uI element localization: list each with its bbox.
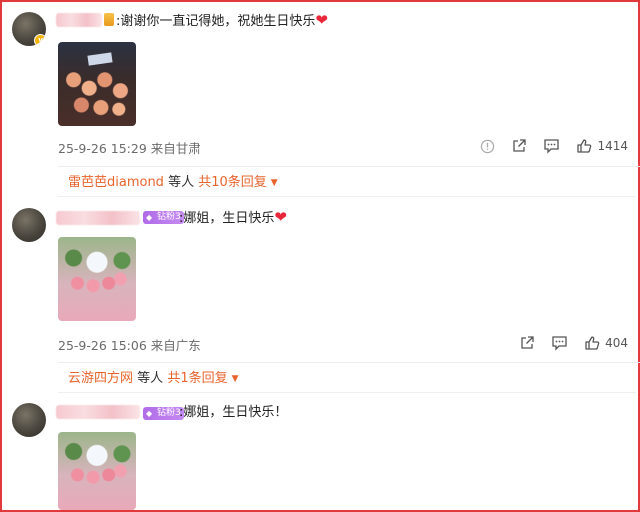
fan-badge: ◆ 钻粉3	[143, 211, 184, 224]
share-button[interactable]	[519, 335, 535, 351]
image-card-detail	[87, 52, 113, 66]
like-count: 1414	[597, 139, 628, 153]
comment-actions: 1414	[480, 136, 628, 156]
comment-image[interactable]	[58, 237, 136, 321]
reply-connector: 等人	[137, 371, 164, 386]
like-button[interactable]: 404	[584, 335, 628, 351]
comment-body: :娜姐，生日快乐	[179, 211, 275, 226]
comment-body: :娜姐，生日快乐！	[179, 405, 288, 420]
fan-badge-label: 钻粉3	[157, 408, 181, 418]
comment-icon	[552, 336, 567, 351]
reply-user-link[interactable]: 雷芭芭diamond	[68, 175, 164, 190]
comment-image[interactable]	[58, 432, 136, 510]
share-icon	[521, 336, 534, 349]
comment-body: :谢谢你一直记得她，祝她生日快乐	[116, 14, 316, 29]
heart-icon: ❤	[274, 208, 287, 226]
comment-icon	[544, 139, 560, 154]
fan-badge-label: 钻粉3	[157, 212, 181, 222]
comment-button[interactable]	[543, 138, 560, 154]
comment-divider	[58, 392, 636, 393]
like-icon	[577, 139, 592, 153]
diamond-icon: ◆	[146, 409, 153, 418]
share-button[interactable]	[511, 138, 527, 154]
replies-summary[interactable]: 云游四方网 等人 共1条回复 ▼	[58, 362, 640, 386]
comment-text: :娜姐，生日快乐❤	[179, 208, 287, 228]
like-button[interactable]: 1414	[576, 138, 628, 154]
like-icon	[585, 336, 600, 350]
username-blurred[interactable]	[56, 211, 140, 225]
comment-button[interactable]	[551, 335, 568, 351]
comment-meta: 25-9-26 15:29 来自甘肃	[58, 141, 201, 156]
replies-summary[interactable]: 雷芭芭diamond 等人 共10条回复 ▼	[58, 166, 640, 190]
replies-line: 雷芭芭diamond 等人 共10条回复 ▼	[68, 171, 278, 190]
report-button[interactable]	[480, 139, 495, 154]
comment-text: :娜姐，生日快乐！	[179, 404, 287, 422]
comment-divider	[58, 196, 636, 197]
avatar[interactable]: v	[12, 12, 46, 46]
avatar[interactable]	[12, 208, 46, 242]
username-blurred[interactable]	[56, 405, 140, 419]
verified-badge-icon: v	[34, 34, 46, 46]
diamond-icon: ◆	[146, 213, 153, 222]
caret-down-icon: ▼	[231, 374, 239, 384]
comment-image[interactable]	[58, 42, 136, 126]
reply-count-link[interactable]: 共10条回复	[198, 175, 267, 190]
comment-text: :谢谢你一直记得她，祝她生日快乐❤	[116, 11, 328, 31]
reply-count-link[interactable]: 共1条回复	[167, 371, 227, 386]
username-blurred[interactable]	[56, 13, 102, 27]
comment-meta: 25-9-26 15:06 来自广东	[58, 338, 201, 353]
like-count: 404	[605, 336, 628, 350]
caret-down-icon: ▼	[270, 178, 278, 188]
reply-connector: 等人	[168, 175, 195, 190]
comment-actions: 404	[519, 333, 628, 353]
member-badge-icon	[104, 13, 114, 26]
avatar[interactable]	[12, 403, 46, 437]
replies-line: 云游四方网 等人 共1条回复 ▼	[68, 367, 239, 386]
share-icon	[513, 139, 527, 152]
reply-user-link[interactable]: 云游四方网	[68, 371, 133, 386]
report-icon	[481, 139, 495, 153]
fan-badge: ◆ 钻粉3	[143, 407, 184, 420]
heart-icon: ❤	[315, 11, 328, 29]
